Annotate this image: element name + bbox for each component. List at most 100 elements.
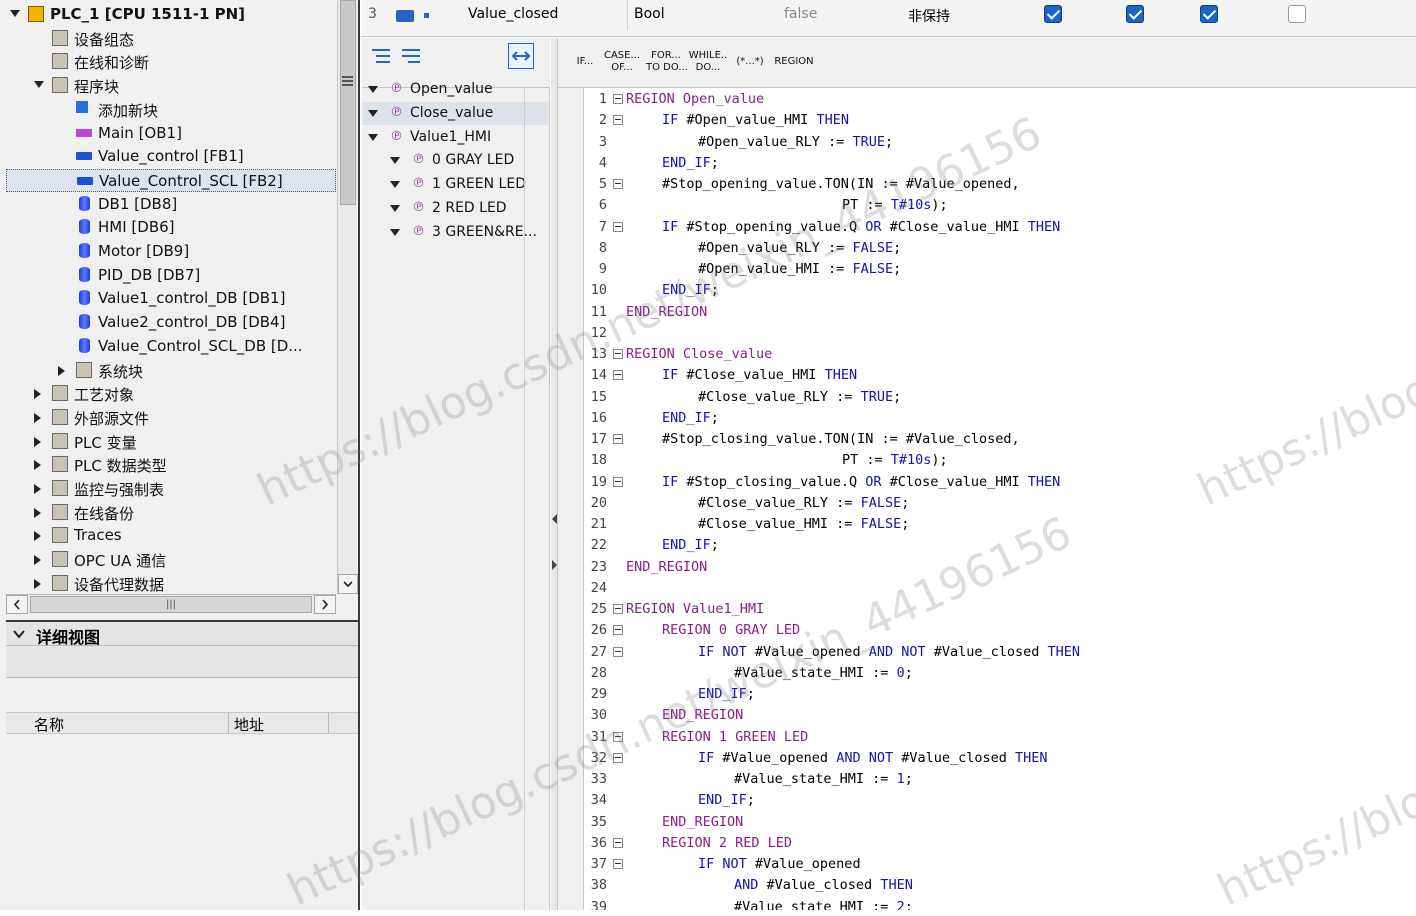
code-line[interactable]: 4 END_IF; bbox=[584, 153, 1416, 174]
project-tree-item[interactable]: Value_Control_SCL_DB [D... bbox=[6, 335, 336, 358]
code-line[interactable]: 26 REGION 0 GRAY LED bbox=[584, 620, 1416, 641]
code-line[interactable]: 20 #Close_value_RLY := FALSE; bbox=[584, 493, 1416, 514]
collapse-left-arrow-icon[interactable] bbox=[552, 514, 557, 524]
project-tree-item[interactable]: PLC 数据类型 bbox=[6, 453, 336, 476]
fold-toggle-icon[interactable] bbox=[613, 94, 623, 104]
code-line[interactable]: 14 IF #Close_value_HMI THEN bbox=[584, 365, 1416, 386]
code-line[interactable]: 35 END_REGION bbox=[584, 812, 1416, 833]
collapse-arrow-icon[interactable] bbox=[368, 86, 378, 93]
code-line[interactable]: 13 REGION Close_value bbox=[584, 344, 1416, 365]
collapse-all-icon[interactable] bbox=[370, 46, 392, 66]
collapse-arrow-icon[interactable] bbox=[390, 205, 400, 212]
interface-table-row[interactable]: 3 Value_closed Bool false 非保持 bbox=[362, 0, 1416, 37]
collapse-arrow-icon[interactable] bbox=[368, 133, 378, 141]
scrollbar-thumb[interactable] bbox=[340, 0, 356, 205]
code-line[interactable]: 29 END_IF; bbox=[584, 684, 1416, 705]
expand-arrow-icon[interactable] bbox=[34, 578, 41, 589]
project-tree-item[interactable]: 工艺对象 bbox=[6, 382, 336, 405]
collapse-arrow-icon[interactable] bbox=[390, 228, 400, 236]
fold-toggle-icon[interactable] bbox=[613, 179, 623, 189]
scrollbar-thumb[interactable]: ||| bbox=[30, 596, 312, 613]
writable-from-hmi-checkbox[interactable] bbox=[1126, 5, 1144, 23]
project-tree-item[interactable]: 添加新块 bbox=[6, 98, 336, 121]
fold-toggle-icon[interactable] bbox=[613, 349, 623, 359]
expand-arrow-icon[interactable] bbox=[34, 507, 41, 518]
expand-arrow-icon[interactable] bbox=[34, 412, 41, 423]
pane-splitter[interactable] bbox=[551, 38, 558, 910]
outline-region-item[interactable]: Open_value bbox=[362, 78, 548, 101]
collapse-arrow-icon[interactable] bbox=[390, 157, 400, 165]
collapse-arrow-icon[interactable] bbox=[390, 181, 400, 189]
instruction-button[interactable]: (*...*) bbox=[730, 44, 770, 82]
collapse-arrow-icon[interactable] bbox=[34, 81, 44, 89]
column-header-name[interactable]: 名称 bbox=[34, 714, 64, 735]
outline-region-item[interactable]: 1 GREEN LED bbox=[362, 173, 548, 196]
fold-toggle-icon[interactable] bbox=[613, 476, 623, 487]
code-line[interactable]: 32 IF #Value_opened AND NOT #Value_closed… bbox=[584, 748, 1416, 769]
code-line[interactable]: 5 #Stop_opening_value.TON(IN := #Value_op… bbox=[584, 174, 1416, 195]
parameter-retain[interactable]: 非保持 bbox=[908, 6, 950, 26]
code-line[interactable]: 21 #Close_value_HMI := FALSE; bbox=[584, 514, 1416, 535]
project-tree-item[interactable]: 设备代理数据 bbox=[6, 572, 336, 594]
instruction-button[interactable]: IF... bbox=[566, 44, 604, 82]
project-tree-item[interactable]: 程序块 bbox=[6, 74, 336, 97]
fold-toggle-icon[interactable] bbox=[613, 434, 623, 444]
code-line[interactable]: 23 END_REGION bbox=[584, 557, 1416, 578]
column-divider[interactable] bbox=[328, 713, 329, 733]
project-tree-item[interactable]: Value1_control_DB [DB1] bbox=[6, 287, 336, 310]
code-line[interactable]: 7 IF #Stop_opening_value.Q OR #Close_valu… bbox=[584, 217, 1416, 238]
expand-arrow-icon[interactable] bbox=[34, 389, 41, 400]
expand-arrow-icon[interactable] bbox=[34, 555, 41, 566]
expand-arrow-icon[interactable] bbox=[34, 460, 41, 471]
fold-toggle-icon[interactable] bbox=[613, 859, 623, 869]
expand-arrow-icon[interactable] bbox=[34, 436, 41, 447]
code-line[interactable]: 33 #Value_state_HMI := 1; bbox=[584, 769, 1416, 790]
code-line[interactable]: 28 #Value_state_HMI := 0; bbox=[584, 663, 1416, 684]
parameter-name[interactable]: Value_closed bbox=[468, 6, 558, 22]
code-line[interactable]: 11 END_REGION bbox=[584, 302, 1416, 323]
expand-arrow-icon[interactable] bbox=[34, 484, 41, 494]
instruction-button[interactable]: FOR... TO DO... bbox=[646, 44, 688, 82]
scroll-down-arrow-icon[interactable] bbox=[338, 574, 358, 594]
project-tree-item[interactable]: HMI [DB6] bbox=[6, 216, 336, 239]
fold-toggle-icon[interactable] bbox=[613, 221, 623, 232]
code-line[interactable]: 6 PT := T#10s); bbox=[584, 195, 1416, 216]
code-line[interactable]: 30 END_REGION bbox=[584, 705, 1416, 726]
parameter-default[interactable]: false bbox=[784, 6, 817, 22]
outline-region-item[interactable]: Close_value bbox=[362, 101, 548, 125]
code-line[interactable]: 9 #Open_value_HMI := FALSE; bbox=[584, 259, 1416, 280]
project-tree-item[interactable]: PLC_1 [CPU 1511-1 PN] bbox=[6, 3, 336, 26]
code-line[interactable]: 22 END_IF; bbox=[584, 535, 1416, 556]
fold-toggle-icon[interactable] bbox=[613, 752, 623, 763]
parameter-datatype[interactable]: Bool bbox=[634, 6, 665, 22]
project-tree-item[interactable]: 在线和诊断 bbox=[6, 50, 336, 73]
code-line[interactable]: 31 REGION 1 GREEN LED bbox=[584, 727, 1416, 748]
project-tree-item[interactable]: Value_control [FB1] bbox=[6, 145, 336, 168]
project-tree-item[interactable]: 系统块 bbox=[6, 359, 336, 382]
instruction-button[interactable]: REGION bbox=[772, 44, 816, 82]
expand-all-icon[interactable] bbox=[400, 46, 422, 66]
code-line[interactable]: 19 IF #Stop_closing_value.Q OR #Close_val… bbox=[584, 472, 1416, 493]
project-tree-item[interactable]: PID_DB [DB7] bbox=[6, 264, 336, 287]
code-line[interactable]: 1 REGION Open_value bbox=[584, 89, 1416, 110]
project-tree-item[interactable]: PLC 变量 bbox=[6, 430, 336, 453]
setpoint-checkbox[interactable] bbox=[1288, 5, 1306, 23]
chevron-down-icon[interactable] bbox=[12, 628, 26, 640]
sync-navigation-icon[interactable] bbox=[508, 43, 534, 69]
code-line[interactable]: 38 AND #Value_closed THEN bbox=[584, 875, 1416, 896]
menu-lines-icon[interactable] bbox=[342, 76, 353, 86]
instruction-button[interactable]: WHILE.. DO... bbox=[688, 44, 728, 82]
outline-region-item[interactable]: 2 RED LED bbox=[362, 197, 548, 220]
project-tree-item[interactable]: Motor [DB9] bbox=[6, 240, 336, 263]
fold-toggle-icon[interactable] bbox=[613, 115, 623, 126]
fold-toggle-icon[interactable] bbox=[613, 370, 623, 381]
project-tree-item[interactable]: 外部源文件 bbox=[6, 406, 336, 429]
fold-toggle-icon[interactable] bbox=[613, 731, 623, 742]
visible-in-hmi-checkbox[interactable] bbox=[1200, 5, 1218, 23]
project-tree-item[interactable]: Value2_control_DB [DB4] bbox=[6, 311, 336, 334]
collapse-arrow-icon[interactable] bbox=[368, 109, 378, 117]
code-line[interactable]: 3 #Open_value_RLY := TRUE; bbox=[584, 132, 1416, 153]
scroll-right-arrow-icon[interactable] bbox=[314, 595, 336, 614]
project-tree-item[interactable]: Main [OB1] bbox=[6, 122, 336, 145]
outline-region-item[interactable]: Value1_HMI bbox=[362, 126, 548, 149]
